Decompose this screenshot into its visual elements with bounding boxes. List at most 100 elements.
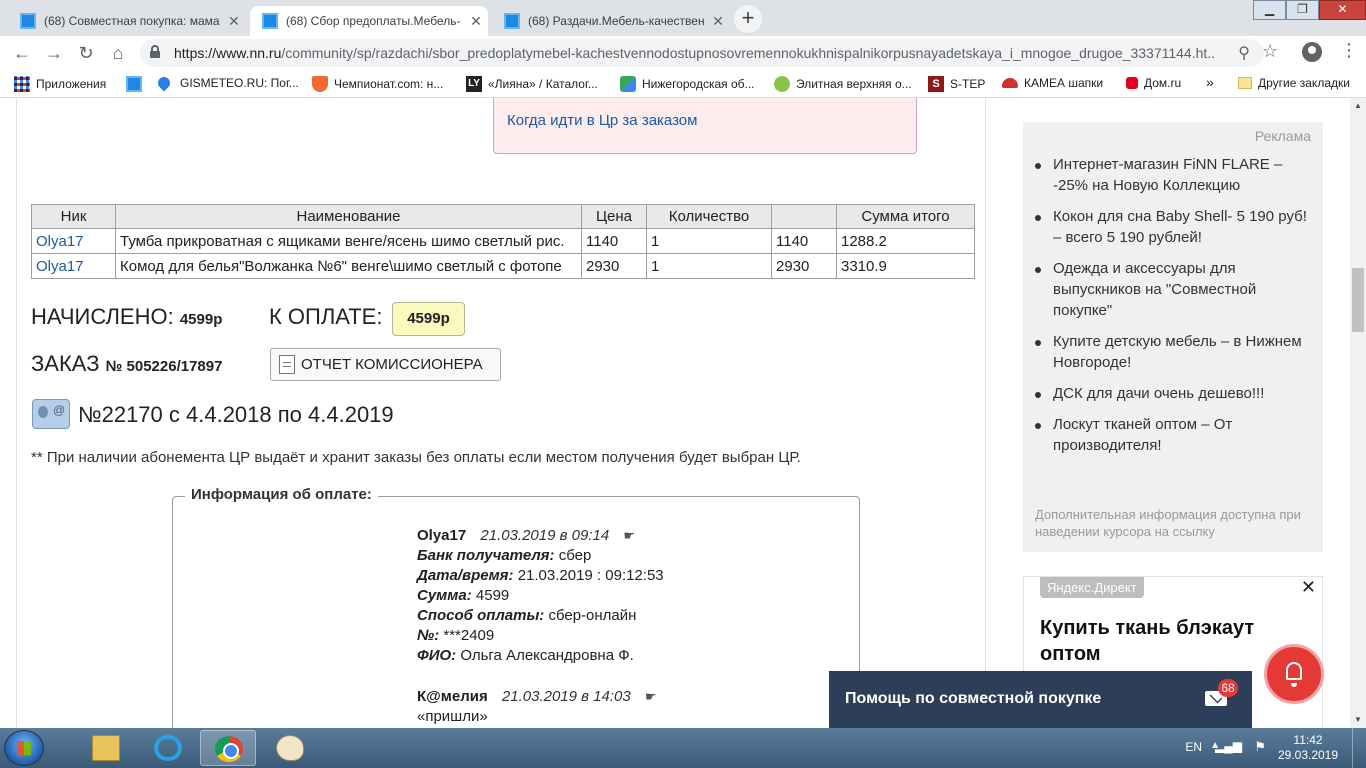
- network-signal-icon[interactable]: ▂▄▆: [1215, 739, 1242, 753]
- bookmark-apps[interactable]: Приложения: [14, 76, 106, 92]
- bookmark-label: «Лияна» / Каталог...: [488, 77, 598, 91]
- item-total: 3310.9: [836, 253, 975, 279]
- bookmark-domru[interactable]: Дом.ru: [1126, 76, 1181, 90]
- close-tab-icon[interactable]: ✕: [706, 13, 730, 30]
- bank-value: сбер: [558, 547, 592, 564]
- commissioner-report-button[interactable]: ОТЧЕТ КОМИССИОНЕРА: [270, 348, 501, 381]
- page-scrollbar[interactable]: ▲ ▼: [1350, 98, 1366, 728]
- back-arrow-icon[interactable]: ←: [10, 41, 34, 65]
- content-border-left: [16, 98, 17, 728]
- overflow-chevron-icon: »: [1206, 74, 1214, 90]
- start-button-icon[interactable]: [4, 730, 44, 766]
- table-row: Olya17 Тумба прикроватная с ящиками венг…: [31, 228, 975, 254]
- browser-menu-icon[interactable]: ⋮: [1340, 40, 1358, 61]
- help-chat-bar[interactable]: Помощь по совместной покупке 68: [829, 671, 1252, 728]
- column-header: Ник: [31, 204, 116, 229]
- other-bookmarks-folder[interactable]: Другие закладки: [1238, 76, 1350, 90]
- pointing-hand-icon[interactable]: ☛: [623, 528, 635, 543]
- account-avatar-icon[interactable]: [1302, 42, 1322, 62]
- tab-razdachi[interactable]: (68) Раздачи.Мебель-качествен ✕: [492, 6, 730, 36]
- zoom-icon[interactable]: ⚲: [1238, 43, 1250, 63]
- nick-link[interactable]: Olya17: [31, 228, 116, 254]
- number-label: №:: [417, 627, 440, 644]
- site-icon: [126, 76, 142, 92]
- comment-time: 21.03.2019 в 14:03: [501, 688, 631, 705]
- action-center-flag-icon[interactable]: ⚑: [1254, 739, 1266, 755]
- pickup-info-link[interactable]: Когда идти в Цр за заказом: [507, 112, 697, 129]
- datetime-label: Дата/время:: [417, 567, 514, 584]
- unread-count-badge: 68: [1218, 679, 1238, 697]
- pointing-hand-icon[interactable]: ☛: [645, 689, 657, 704]
- bookmarks-overflow-button[interactable]: »: [1206, 74, 1214, 90]
- bookmark-site[interactable]: [126, 76, 148, 92]
- item-price: 2930: [581, 253, 647, 279]
- taskbar-chrome[interactable]: [200, 730, 256, 766]
- bookmark-elitnaya[interactable]: Элитная верхняя о...: [774, 76, 912, 92]
- site-favicon-icon: [20, 13, 36, 29]
- bookmark-championat[interactable]: Чемпионат.com: н...: [312, 76, 443, 92]
- scrollbar-thumb[interactable]: [1352, 268, 1364, 332]
- smile-icon: [774, 76, 790, 92]
- browser-toolbar: ← → ↻ ⌂ https://www.nn.ru/community/sp/r…: [0, 36, 1366, 70]
- taskbar-explorer[interactable]: [78, 730, 134, 766]
- nick-link[interactable]: Olya17: [31, 253, 116, 279]
- bookmark-star-icon[interactable]: ☆: [1262, 41, 1278, 62]
- sum-label: Сумма:: [417, 587, 472, 604]
- bookmark-s-tep[interactable]: S S-TEP: [928, 76, 985, 92]
- ad-link[interactable]: Купите детскую мебель – в Нижнем Новгоро…: [1035, 331, 1317, 373]
- subscription-period: №22170 с 4.4.2018 по 4.4.2019: [78, 402, 394, 427]
- clock[interactable]: 11:42 29.03.2019: [1276, 733, 1340, 763]
- tab-strip: (68) Совместная покупка: мама ✕ (68) Сбо…: [0, 0, 1366, 36]
- order-number: № 505226/17897: [105, 358, 223, 375]
- url-text[interactable]: https://www.nn.ru/community/sp/razdachi/…: [174, 45, 1214, 61]
- taskbar-ie[interactable]: [140, 730, 196, 766]
- report-button-label: ОТЧЕТ КОМИССИОНЕРА: [301, 356, 483, 373]
- scroll-up-icon[interactable]: ▲: [1350, 98, 1366, 114]
- bookmark-nizhegorodskaya[interactable]: Нижегородская об...: [620, 76, 755, 92]
- window-close-icon[interactable]: ✕: [1319, 0, 1366, 20]
- close-icon[interactable]: ✕: [1301, 577, 1316, 598]
- ad-link[interactable]: Интернет-магазин FiNN FLARE – -25% на Но…: [1035, 154, 1317, 196]
- payment-entry-time: 21.03.2019 в 09:14: [480, 527, 610, 544]
- taskbar-paint[interactable]: [262, 730, 318, 766]
- tab-sbor-predoplaty[interactable]: (68) Сбор предоплаты.Мебель- ✕: [250, 6, 488, 36]
- content-border-right: [985, 98, 986, 728]
- language-indicator[interactable]: EN: [1185, 740, 1202, 754]
- ly-icon: LY: [466, 76, 482, 92]
- close-tab-icon[interactable]: ✕: [464, 13, 488, 30]
- reload-icon[interactable]: ↻: [74, 41, 98, 65]
- charged-summary: НАЧИСЛЕНО: 4599р: [31, 304, 222, 330]
- fio-value: Ольга Александровна Ф.: [460, 647, 634, 664]
- new-tab-button[interactable]: +: [734, 5, 762, 33]
- bookmark-kamea[interactable]: КАМЕА шапки: [1002, 76, 1103, 90]
- column-header: Сумма итого: [836, 204, 975, 229]
- yandex-direct-tag: Яндекс.Директ: [1040, 577, 1144, 598]
- ad-link[interactable]: ДСК для дачи очень дешево!!!: [1035, 383, 1317, 404]
- lock-icon: [150, 45, 160, 58]
- notification-bell-icon[interactable]: [1264, 644, 1324, 704]
- payer-name[interactable]: Olya17: [417, 527, 466, 544]
- home-icon[interactable]: ⌂: [106, 41, 130, 65]
- bookmark-gismeteo[interactable]: GISMETEO.RU: Пог...: [155, 74, 299, 92]
- maximize-icon[interactable]: ❐: [1286, 0, 1319, 20]
- bookmark-label: КАМЕА шапки: [1024, 76, 1104, 90]
- ad-link[interactable]: Одежда и аксессуары для выпускников на "…: [1035, 258, 1317, 321]
- orders-table: Ник Наименование Цена Количество Сумма и…: [31, 204, 975, 279]
- ad-link[interactable]: Кокон для сна Baby Shell- 5 190 руб! – в…: [1035, 206, 1317, 248]
- bookmark-label: Элитная верхняя о...: [796, 77, 912, 91]
- close-tab-icon[interactable]: ✕: [222, 13, 246, 30]
- address-bar[interactable]: https://www.nn.ru/community/sp/razdachi/…: [140, 39, 1264, 67]
- scroll-down-icon[interactable]: ▼: [1350, 712, 1366, 728]
- tab-sovmestnaya[interactable]: (68) Совместная покупка: мама ✕: [8, 6, 246, 36]
- clock-time: 11:42: [1293, 733, 1323, 747]
- show-desktop-button[interactable]: [1352, 728, 1366, 768]
- tab-title: (68) Сбор предоплаты.Мебель-: [286, 14, 461, 28]
- site-favicon-icon: [262, 13, 278, 29]
- minimize-icon[interactable]: ▁: [1253, 0, 1286, 20]
- bookmark-label: S-TEP: [950, 77, 986, 91]
- commenter-name[interactable]: К@мелия: [417, 688, 488, 705]
- item-name: Комод для белья"Волжанка №6" венге\шимо …: [115, 253, 582, 279]
- forward-arrow-icon[interactable]: →: [42, 41, 66, 65]
- ad-link[interactable]: Лоскут тканей оптом – От производителя!: [1035, 414, 1317, 456]
- bookmark-liyana[interactable]: LY «Лияна» / Каталог...: [466, 76, 598, 92]
